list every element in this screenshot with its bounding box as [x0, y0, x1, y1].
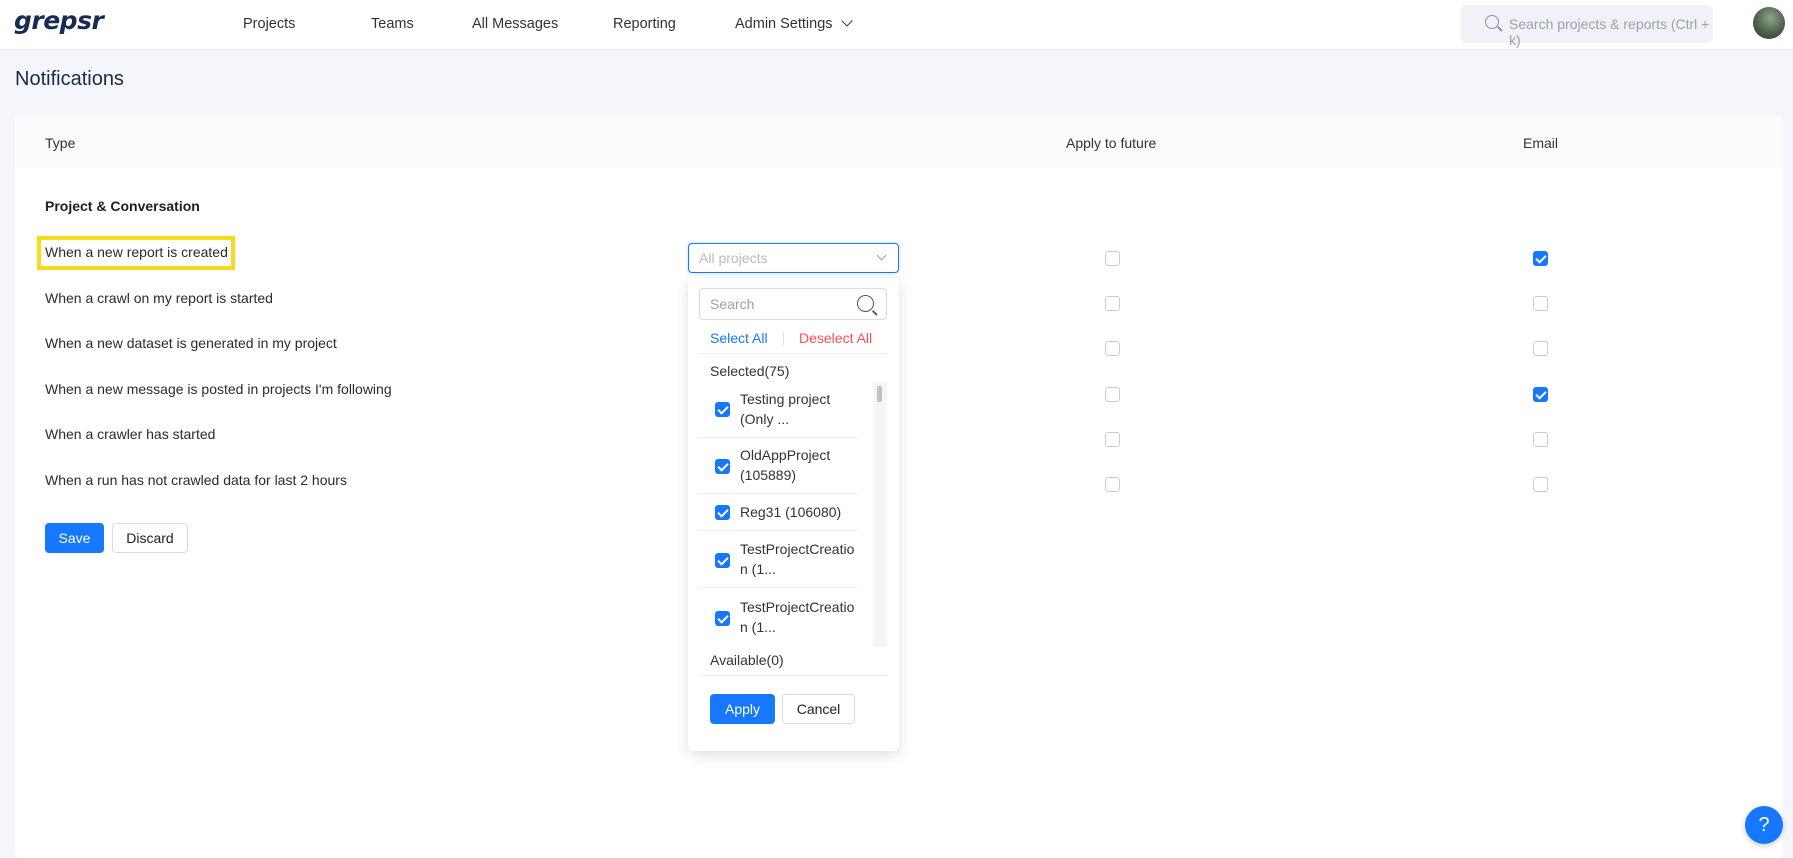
row-label-crawler-started: When a crawler has started — [45, 426, 216, 442]
email-checkbox[interactable] — [1533, 477, 1548, 492]
project-name-line-1: TestProjectCreatio — [740, 599, 855, 615]
save-button[interactable]: Save — [45, 523, 104, 553]
nav-reporting[interactable]: Reporting — [613, 16, 676, 32]
email-checkbox[interactable] — [1533, 387, 1548, 402]
column-apply-to-future: Apply to future — [1066, 135, 1157, 151]
list-item[interactable]: TestProjectCreatio n (1... — [699, 588, 860, 647]
nav-admin-settings-label: Admin Settings — [735, 16, 833, 32]
list-scrollbar[interactable] — [873, 382, 887, 647]
email-checkbox[interactable] — [1533, 341, 1548, 356]
list-item[interactable]: Testing project (Only ... — [699, 382, 860, 438]
deselect-all-link[interactable]: Deselect All — [799, 330, 872, 346]
search-icon — [1485, 15, 1499, 29]
apply-future-checkbox[interactable] — [1105, 432, 1120, 447]
global-search-placeholder: Search projects & reports (Ctrl + k) — [1509, 16, 1710, 48]
section-title: Project & Conversation — [45, 198, 200, 214]
project-name: Reg31 (106080) — [740, 504, 842, 520]
row-label-new-message: When a new message is posted in projects… — [45, 381, 392, 397]
select-all-link[interactable]: Select All — [710, 330, 768, 346]
divider — [699, 675, 887, 676]
divider — [699, 353, 887, 354]
project-name-line-2: (105889) — [740, 467, 797, 483]
nav-all-messages[interactable]: All Messages — [472, 16, 558, 32]
cancel-button[interactable]: Cancel — [782, 694, 855, 724]
project-name: Testing project (Only ... — [740, 389, 860, 429]
list-item[interactable]: OldAppProject (105889) — [699, 438, 860, 494]
selected-projects-list: Testing project (Only ... OldAppProject … — [699, 382, 887, 647]
selected-count-label: Selected(75) — [710, 363, 790, 379]
divider — [783, 333, 784, 345]
table-header: Type Apply to future Email — [15, 116, 1783, 168]
project-checkbox[interactable] — [715, 459, 730, 474]
project-name-line-2: (Only ... — [740, 411, 790, 427]
project-name-line-2: n (1... — [740, 561, 776, 577]
page-title: Notifications — [15, 68, 124, 90]
apply-future-checkbox[interactable] — [1105, 296, 1120, 311]
dropdown-search-placeholder: Search — [710, 296, 755, 312]
list-item[interactable]: TestProjectCreatio n (1... — [699, 531, 860, 588]
help-button[interactable]: ? — [1745, 806, 1783, 844]
user-avatar[interactable] — [1753, 7, 1785, 39]
nav-projects[interactable]: Projects — [243, 16, 295, 32]
chevron-down-icon — [840, 15, 853, 27]
project-name-line-2: n (1... — [740, 619, 776, 635]
dropdown-search-input[interactable]: Search — [699, 288, 887, 320]
project-name: TestProjectCreatio n (1... — [740, 597, 860, 637]
top-navigation-bar: grepsr Projects Teams All Messages Repor… — [0, 0, 1793, 50]
row-label-no-data-2h: When a run has not crawled data for last… — [45, 472, 347, 488]
project-name: TestProjectCreatio n (1... — [740, 539, 860, 579]
notifications-card: Type Apply to future Email Project & Con… — [15, 116, 1783, 858]
project-checkbox[interactable] — [715, 402, 730, 417]
project-checkbox[interactable] — [715, 553, 730, 568]
project-checkbox[interactable] — [715, 611, 730, 626]
project-checkbox[interactable] — [715, 505, 730, 520]
nav-admin-settings[interactable]: Admin Settings — [735, 15, 853, 32]
project-select[interactable]: All projects — [688, 243, 899, 273]
row-label-new-dataset: When a new dataset is generated in my pr… — [45, 335, 337, 351]
project-name-line-1: OldAppProject — [740, 447, 831, 463]
column-type: Type — [45, 135, 76, 151]
column-email: Email — [1523, 135, 1559, 151]
project-name: OldAppProject (105889) — [740, 445, 860, 485]
project-name-line-1: TestProjectCreatio — [740, 541, 855, 557]
project-dropdown-panel: Search Select All Deselect All Selected(… — [688, 278, 899, 751]
apply-button[interactable]: Apply — [710, 694, 775, 724]
chevron-down-icon — [876, 250, 887, 261]
list-item[interactable]: Reg31 (106080) — [699, 494, 860, 531]
email-checkbox[interactable] — [1533, 432, 1548, 447]
global-search-input[interactable]: Search projects & reports (Ctrl + k) — [1461, 5, 1713, 48]
discard-button[interactable]: Discard — [112, 523, 188, 553]
email-checkbox[interactable] — [1533, 251, 1548, 266]
apply-future-checkbox[interactable] — [1105, 387, 1120, 402]
row-label-new-report: When a new report is created — [45, 244, 228, 260]
project-name-line-1: Testing project — [740, 391, 831, 407]
grepsr-logo[interactable]: grepsr — [14, 6, 104, 35]
apply-future-checkbox[interactable] — [1105, 251, 1120, 266]
search-icon — [857, 295, 874, 312]
project-select-placeholder: All projects — [699, 250, 768, 266]
row-label-crawl-started: When a crawl on my report is started — [45, 290, 273, 306]
apply-future-checkbox[interactable] — [1105, 341, 1120, 356]
email-checkbox[interactable] — [1533, 296, 1548, 311]
nav-teams[interactable]: Teams — [371, 16, 414, 32]
available-count-label: Available(0) — [710, 652, 784, 668]
apply-future-checkbox[interactable] — [1105, 477, 1120, 492]
list-scrollbar-thumb[interactable] — [877, 386, 882, 402]
